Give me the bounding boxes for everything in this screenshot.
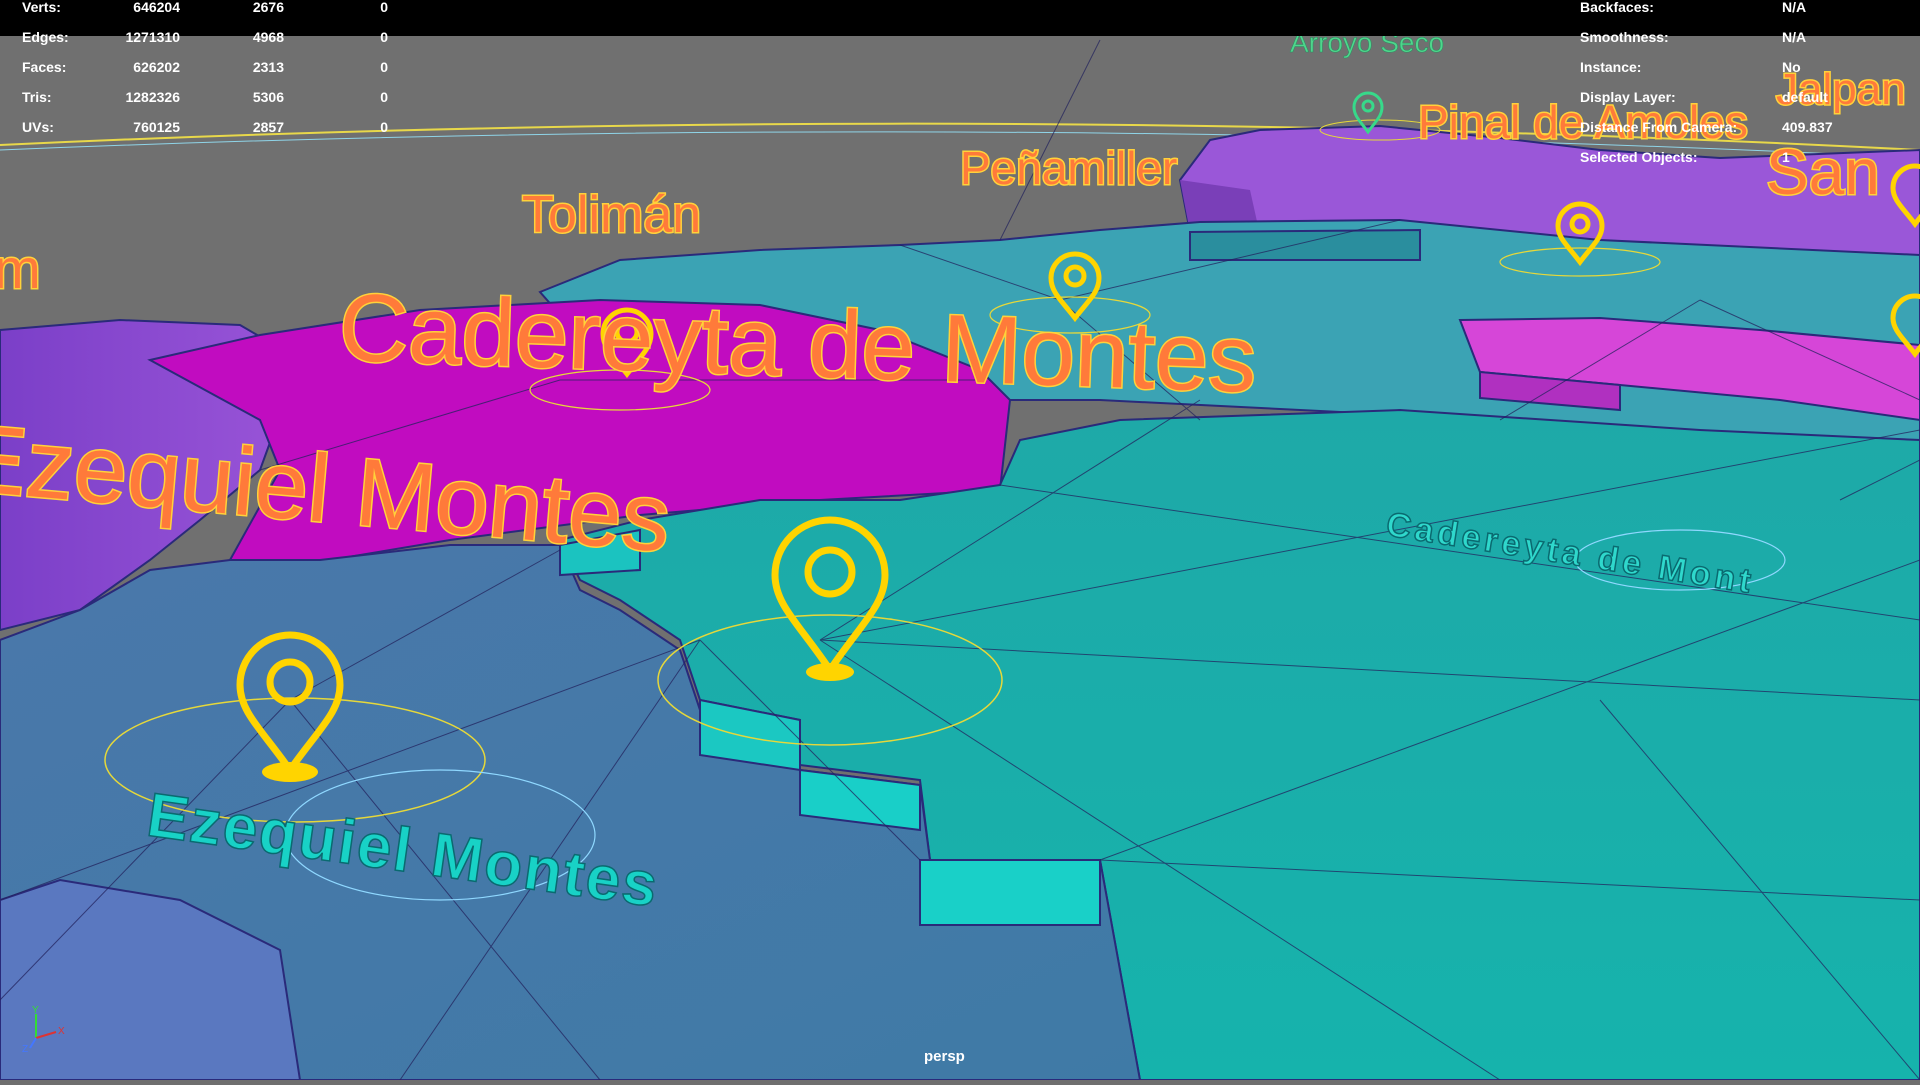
poly-count-hud: Verts: 646204 2676 0 Edges: 1271310 4968… <box>0 0 400 142</box>
info-label: Smoothness: <box>1580 29 1669 45</box>
stat-other: 0 <box>380 29 388 45</box>
camera-name-label: persp <box>924 1048 965 1065</box>
stat-label: Tris: <box>22 89 52 105</box>
axis-x-label: X <box>58 1026 65 1037</box>
stat-other: 0 <box>380 0 388 15</box>
info-label: Distance From Camera: <box>1580 119 1738 135</box>
viewport-3d[interactable]: Ezequiel Montes Cadereyta de Mont Cadere… <box>0 0 1920 1081</box>
info-value: N/A <box>1782 0 1807 15</box>
stat-row-tris: Tris: 1282326 5306 0 <box>0 82 400 112</box>
stat-other: 0 <box>380 89 388 105</box>
info-value: 409.837 <box>1782 119 1833 135</box>
info-value: N/A <box>1782 29 1807 45</box>
stat-label: Faces: <box>22 59 67 75</box>
stat-label: Verts: <box>22 0 61 15</box>
stat-total: 1271310 <box>125 29 180 45</box>
stat-row-verts: Verts: 646204 2676 0 <box>0 0 400 22</box>
label-toliman: Tolimán <box>522 186 701 244</box>
stat-row-faces: Faces: 626202 2313 0 <box>0 52 400 82</box>
axis-gizmo-icon: Y X Z <box>22 1005 65 1054</box>
info-label: Backfaces: <box>1580 0 1654 15</box>
info-value: No <box>1782 59 1801 75</box>
axis-y-label: Y <box>32 1005 39 1016</box>
info-row-selected-objects: Selected Objects: 1 <box>1580 142 1920 172</box>
stat-label: UVs: <box>22 119 54 135</box>
stat-selected: 5306 <box>252 89 284 105</box>
axis-z-label: Z <box>22 1044 28 1054</box>
stat-total: 1282326 <box>125 89 180 105</box>
stat-total: 760125 <box>133 119 180 135</box>
stat-total: 646204 <box>133 0 180 15</box>
stat-selected: 2857 <box>252 119 284 135</box>
info-label: Selected Objects: <box>1580 149 1698 165</box>
object-info-hud: Backfaces: N/A Smoothness: N/A Instance:… <box>1580 0 1920 172</box>
stat-row-uvs: UVs: 760125 2857 0 <box>0 112 400 142</box>
info-value: default <box>1782 89 1828 105</box>
info-row-instance: Instance: No <box>1580 52 1920 82</box>
cliff-side <box>919 859 1101 926</box>
info-row-distance: Distance From Camera: 409.837 <box>1580 112 1920 142</box>
info-label: Instance: <box>1580 59 1642 75</box>
label-penamiller: Peñamiller <box>960 142 1177 194</box>
info-row-display-layer: Display Layer: default <box>1580 82 1920 112</box>
cliff-side <box>1189 228 1421 261</box>
stat-label: Edges: <box>22 29 69 45</box>
info-row-smoothness: Smoothness: N/A <box>1580 22 1920 52</box>
info-row-backfaces: Backfaces: N/A <box>1580 0 1920 22</box>
stat-other: 0 <box>380 119 388 135</box>
stat-row-edges: Edges: 1271310 4968 0 <box>0 22 400 52</box>
stat-selected: 4968 <box>252 29 284 45</box>
stat-total: 626202 <box>133 59 180 75</box>
stat-selected: 2313 <box>252 59 284 75</box>
label-m-partial: m <box>0 237 41 300</box>
info-value: 1 <box>1782 149 1790 165</box>
info-label: Display Layer: <box>1580 89 1676 105</box>
stat-other: 0 <box>380 59 388 75</box>
stat-selected: 2676 <box>252 0 284 15</box>
